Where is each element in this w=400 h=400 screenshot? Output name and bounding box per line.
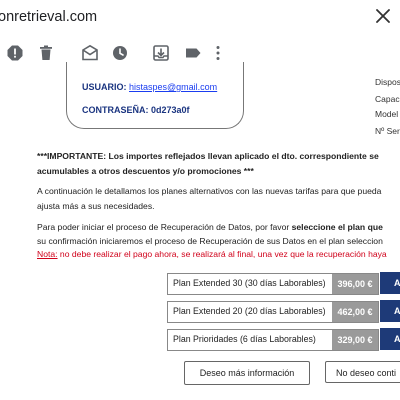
plan-name: Plan Extended 30 (30 días Laborables)	[173, 278, 326, 288]
plan-row[interactable]: Plan Extended 30 (30 días Laborables) 39…	[167, 273, 379, 295]
username-link[interactable]: histaspes@gmail.com	[129, 82, 217, 92]
label-icon[interactable]	[184, 44, 202, 62]
intro-line-1: A continuación le detallamos los planes …	[37, 186, 382, 196]
instructions-emphasis: seleccione el plan que	[291, 222, 383, 232]
note-line: Nota: no debe realizar el pago ahora, se…	[37, 249, 387, 259]
instructions-line-2: su confirmación iniciaremos el proceso d…	[37, 236, 383, 246]
serial-label: Nº Ser	[375, 126, 400, 136]
username-label: USUARIO:	[82, 82, 127, 92]
report-spam-icon[interactable]	[6, 44, 24, 62]
password-row: CONTRASEÑA: 0d273a0f	[82, 105, 190, 115]
title-bar: onretrieval.com	[0, 0, 400, 36]
note-label: Nota:	[37, 249, 58, 259]
plan-accept-button[interactable]: A	[380, 300, 400, 322]
delete-icon[interactable]	[37, 44, 55, 62]
password-label: CONTRASEÑA:	[82, 105, 149, 115]
more-info-button[interactable]: Deseo más información	[184, 361, 310, 385]
capacity-label: Capac	[375, 94, 400, 104]
plan-name: Plan Prioridades (6 días Laborables)	[173, 334, 316, 344]
email-body: USUARIO: histaspes@gmail.com CONTRASEÑA:…	[0, 62, 400, 400]
intro-line-2: ajusta más a sus necesidades.	[37, 201, 155, 211]
move-to-icon[interactable]	[152, 44, 170, 62]
instructions-line-1: Para poder iniciar el proceso de Recuper…	[37, 222, 383, 232]
plan-accept-button[interactable]: A	[380, 328, 400, 350]
close-icon[interactable]	[374, 7, 392, 25]
password-value: 0d273a0f	[151, 105, 190, 115]
plan-row[interactable]: Plan Prioridades (6 días Laborables) 329…	[167, 329, 379, 351]
plan-price: 462,00 €	[332, 302, 378, 322]
important-line-2: acumulables a otros descuentos y/o promo…	[37, 166, 254, 176]
no-continue-button[interactable]: No deseo conti	[325, 361, 400, 383]
username-row: USUARIO: histaspes@gmail.com	[82, 82, 217, 92]
snooze-icon[interactable]	[111, 44, 129, 62]
plan-name: Plan Extended 20 (20 días Laborables)	[173, 306, 326, 316]
plan-accept-button[interactable]: A	[380, 272, 400, 294]
model-label: Model	[375, 109, 399, 119]
window-title: onretrieval.com	[0, 9, 98, 25]
more-vert-icon[interactable]	[209, 44, 227, 62]
note-text: no debe realizar el pago ahora, se reali…	[57, 249, 387, 259]
important-line-1: ***IMPORTANTE: Los importes reflejados l…	[37, 151, 379, 161]
mark-unread-icon[interactable]	[81, 44, 99, 62]
device-label: Dispos	[375, 77, 400, 87]
credentials-card: USUARIO: histaspes@gmail.com CONTRASEÑA:…	[66, 62, 244, 129]
plan-row[interactable]: Plan Extended 20 (20 días Laborables) 46…	[167, 301, 379, 323]
plan-price: 396,00 €	[332, 274, 378, 294]
plan-price: 329,00 €	[332, 330, 378, 350]
instructions-text: Para poder iniciar el proceso de Recuper…	[37, 222, 292, 232]
